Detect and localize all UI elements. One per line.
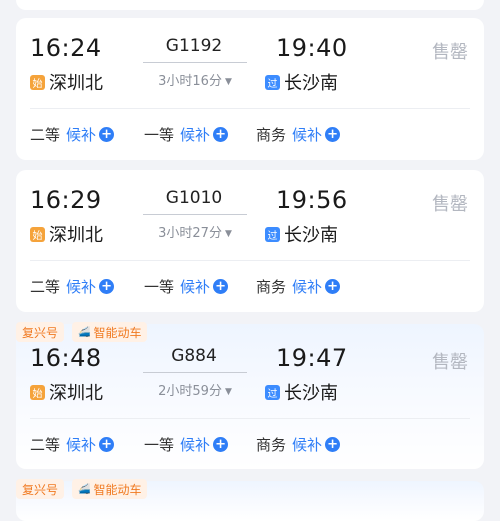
start-station-badge: 始 [30,226,45,242]
duration-toggle[interactable]: 3小时27分 ▼ [142,222,248,241]
seat-first-class[interactable]: 一等 候补 + [144,434,229,455]
plus-icon[interactable]: + [99,127,115,142]
divider [30,108,470,109]
plus-icon[interactable]: + [213,437,229,452]
arrival-time: 19:56 [276,186,348,214]
to-station-name: 长沙南 [284,73,338,94]
start-station-badge: 始 [30,74,45,90]
plus-icon[interactable]: + [99,437,115,452]
seat-name: 二等 [30,126,61,144]
from-station-name: 深圳北 [49,225,103,246]
plus-icon[interactable]: + [325,279,341,294]
to-station-name: 长沙南 [284,383,338,404]
arrival-time: 19:47 [276,344,348,372]
seat-name: 一等 [144,278,175,296]
chevron-down-icon: ▼ [224,229,232,239]
train-line-divider [143,372,247,373]
seat-second-class[interactable]: 二等 候补 + [30,124,115,145]
seat-name: 商务 [256,126,287,144]
status-badge: 售罄 [432,352,468,373]
from-station: 始 深圳北 [30,221,103,247]
train-tags: 复兴号 🚄 智能动车 [16,479,148,499]
train-card-g884[interactable]: 复兴号 🚄 智能动车 16:48 G884 2小时59分 ▼ 19:47 售罄 始… [16,322,484,469]
duration-text: 2小时59分 [158,384,222,399]
to-station: 过 长沙南 [265,69,338,95]
start-station-badge: 始 [30,384,45,400]
plus-icon[interactable]: + [213,279,229,294]
divider [30,260,470,261]
fuxing-tag: 复兴号 [16,322,65,342]
seat-first-class[interactable]: 一等 候补 + [144,276,229,297]
waitlist-label: 候补 [66,126,97,144]
seat-name: 二等 [30,278,61,296]
from-station-name: 深圳北 [49,383,103,404]
departure-time: 16:48 [30,344,102,372]
seat-name: 商务 [256,436,287,454]
status-badge: 售罄 [432,194,468,215]
arrival-time: 19:40 [276,34,348,62]
waitlist-label: 候补 [180,436,211,454]
train-card-g1010[interactable]: 16:29 G1010 3小时27分 ▼ 19:56 售罄 始 深圳北 过 长沙南… [16,170,484,312]
plus-icon[interactable]: + [213,127,229,142]
duration-toggle[interactable]: 2小时59分 ▼ [142,380,248,399]
departure-time: 16:24 [30,34,102,62]
duration-toggle[interactable]: 3小时16分 ▼ [142,70,248,89]
seat-business-class[interactable]: 商务 候补 + [256,434,341,455]
waitlist-label: 候补 [180,126,211,144]
from-station: 始 深圳北 [30,69,103,95]
plus-icon[interactable]: + [99,279,115,294]
to-station-name: 长沙南 [284,225,338,246]
pass-station-badge: 过 [265,226,280,242]
train-tags: 复兴号 🚄 智能动车 [16,322,148,342]
train-card-partial-top[interactable] [16,0,484,10]
seat-name: 商务 [256,278,287,296]
waitlist-label: 候补 [66,436,97,454]
seat-business-class[interactable]: 商务 候补 + [256,276,341,297]
train-card-partial-bottom[interactable]: 复兴号 🚄 智能动车 [16,479,484,521]
waitlist-label: 候补 [292,126,323,144]
train-line-divider [143,214,247,215]
smart-emu-label: 智能动车 [93,325,142,340]
train-number: G884 [171,346,217,366]
plus-icon[interactable]: + [325,127,341,142]
from-station-name: 深圳北 [49,73,103,94]
status-badge: 售罄 [432,42,468,63]
divider [30,418,470,419]
waitlist-label: 候补 [292,436,323,454]
to-station: 过 长沙南 [265,221,338,247]
waitlist-label: 候补 [292,278,323,296]
departure-time: 16:29 [30,186,102,214]
waitlist-label: 候补 [66,278,97,296]
train-number: G1010 [165,188,223,208]
seat-name: 一等 [144,436,175,454]
seat-business-class[interactable]: 商务 候补 + [256,124,341,145]
pass-station-badge: 过 [265,384,280,400]
fuxing-tag: 复兴号 [16,479,65,499]
from-station: 始 深圳北 [30,379,103,405]
chevron-down-icon: ▼ [224,77,232,87]
train-line-divider [143,62,247,63]
seat-first-class[interactable]: 一等 候补 + [144,124,229,145]
smart-emu-tag: 🚄 智能动车 [72,479,148,499]
train-number: G1192 [165,36,223,56]
train-icon: 🚄 [78,483,91,495]
seat-second-class[interactable]: 二等 候补 + [30,434,115,455]
to-station: 过 长沙南 [265,379,338,405]
smart-emu-label: 智能动车 [93,482,142,497]
seat-name: 二等 [30,436,61,454]
train-icon: 🚄 [78,326,91,338]
smart-emu-tag: 🚄 智能动车 [72,322,148,342]
pass-station-badge: 过 [265,74,280,90]
chevron-down-icon: ▼ [224,387,232,397]
train-card-g1192[interactable]: 16:24 G1192 3小时16分 ▼ 19:40 售罄 始 深圳北 过 长沙南… [16,18,484,160]
waitlist-label: 候补 [180,278,211,296]
duration-text: 3小时16分 [158,74,222,89]
seat-second-class[interactable]: 二等 候补 + [30,276,115,297]
duration-text: 3小时27分 [158,226,222,241]
seat-name: 一等 [144,126,175,144]
plus-icon[interactable]: + [325,437,341,452]
